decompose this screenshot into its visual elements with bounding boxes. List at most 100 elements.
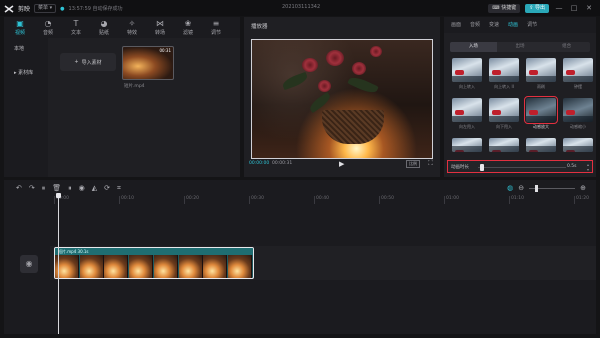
tab-sticker[interactable]: ◕ 贴纸 — [91, 17, 117, 38]
media-clip-thumbnail[interactable]: 00:31 — [122, 46, 174, 80]
tab-adjust[interactable]: ≡ 调节 — [203, 17, 229, 38]
preset-car-graphic — [529, 110, 538, 115]
preset-shade — [563, 116, 593, 122]
media-tabs: ▣ 视频 ◔ 音频 T 文本 ◕ 贴纸 ✧ 特效 ⋈ 转场 ❀ 滤镜 ≡ 调节 — [4, 17, 240, 38]
clip-frame-thumbnail — [79, 255, 104, 278]
tab-video[interactable]: ▣ 视频 — [7, 17, 33, 38]
side-item-local-label: 本地 — [14, 46, 25, 52]
preset-shade — [489, 116, 519, 122]
title-left: 剪映 菜单 ▾ ● 13:57:59 自动保存成功 — [4, 3, 123, 14]
media-panel: ▣ 视频 ◔ 音频 T 文本 ◕ 贴纸 ✧ 特效 ⋈ 转场 ❀ 滤镜 ≡ 调节 本地 ▸ 素材库 + 导入素材… — [4, 17, 240, 177]
timeline-ruler[interactable]: 00:00 00:10 00:20 00:30 00:40 00:50 01:00 01:10… — [54, 196, 594, 204]
animation-preset[interactable] — [524, 96, 558, 124]
animation-preset[interactable] — [452, 98, 482, 122]
minimize-icon[interactable]: — — [554, 3, 564, 13]
effects-icon: ✧ — [128, 19, 136, 28]
stepper-down-icon[interactable]: ▾ — [587, 167, 589, 172]
animation-preset[interactable] — [563, 138, 593, 152]
zoom-in-icon[interactable]: ⊕ — [580, 182, 586, 194]
animation-preset[interactable] — [563, 58, 593, 82]
preset-shade — [452, 76, 482, 82]
animation-preset[interactable] — [526, 138, 556, 152]
playhead-handle[interactable] — [56, 193, 61, 198]
adjust-icon: ≡ — [212, 19, 220, 28]
tab-label: 滤镜 — [182, 30, 193, 36]
clip-frame-thumbnail — [153, 255, 178, 278]
export-button[interactable]: ⇪ 导出 — [525, 3, 549, 13]
tab-text[interactable]: T 文本 — [63, 17, 89, 38]
side-item-local[interactable]: 本地 — [8, 43, 42, 55]
flower — [302, 58, 318, 72]
shortcut-button[interactable]: ⌨ 快捷键 — [488, 3, 521, 13]
ratio-button[interactable]: 比例 — [406, 160, 420, 168]
menu-dropdown[interactable]: 菜单 ▾ — [34, 4, 57, 13]
current-time: 00:00:00 — [249, 161, 270, 166]
flower — [370, 46, 382, 57]
animation-preset[interactable] — [452, 58, 482, 82]
playhead[interactable] — [58, 194, 59, 334]
animation-grid: 向上转入 向上转入 II 雨刷 钟摆 向左甩入 向下甩入 动感放大 动感缩小 — [444, 17, 596, 157]
animation-preset[interactable] — [526, 58, 556, 82]
animation-preset[interactable] — [489, 58, 519, 82]
duration-slider-handle[interactable] — [480, 164, 485, 171]
flower — [352, 62, 366, 75]
close-icon[interactable]: ✕ — [584, 3, 594, 13]
redo-icon[interactable]: ↷ — [29, 182, 35, 194]
rotate-icon[interactable]: ⟳ — [104, 182, 110, 194]
clip-duration: 00:31 — [159, 48, 171, 53]
tab-transition[interactable]: ⋈ 转场 — [147, 17, 173, 38]
play-icon[interactable]: ▶ — [339, 160, 344, 168]
undo-icon[interactable]: ↶ — [16, 182, 22, 194]
tab-label: 特效 — [126, 30, 137, 36]
preset-shade — [563, 76, 593, 82]
animation-preset[interactable] — [452, 138, 482, 152]
crop-icon[interactable]: ⌗ — [117, 182, 121, 194]
side-item-library[interactable]: ▸ 素材库 — [8, 67, 42, 79]
tab-label: 调节 — [210, 30, 221, 36]
preset-car-graphic — [566, 110, 575, 115]
mirror-icon[interactable]: ◭ — [92, 182, 97, 194]
animation-preset[interactable] — [563, 98, 593, 122]
keyboard-icon: ⌨ — [492, 4, 502, 11]
text-icon: T — [73, 19, 79, 28]
duration-stepper[interactable]: ▴ ▾ — [587, 162, 589, 172]
clip-frame-thumbnail — [178, 255, 203, 278]
tab-label: 视频 — [14, 30, 25, 36]
video-icon: ▣ — [16, 19, 24, 28]
freeze-icon[interactable]: ⏸ — [68, 182, 72, 194]
leaf — [347, 74, 379, 96]
ruler-tick: 01:00 — [444, 196, 459, 204]
track-cover-icon[interactable]: ◉ — [20, 255, 38, 273]
sticker-icon: ◕ — [100, 19, 108, 28]
app-logo-icon — [4, 4, 14, 13]
clip-frame-thumbnail — [104, 255, 129, 278]
ruler-tick: 01:10 — [509, 196, 524, 204]
fullscreen-icon[interactable]: ⛶ — [428, 159, 433, 168]
record-icon[interactable]: ◉ — [79, 182, 85, 194]
zoom-slider-handle[interactable] — [535, 184, 539, 192]
preset-shade — [489, 76, 519, 82]
video-preview[interactable] — [251, 39, 433, 159]
animation-preset[interactable] — [489, 98, 519, 122]
split-icon[interactable]: ⏸ — [42, 182, 46, 194]
animation-preset-label: 向左甩入 — [459, 124, 475, 129]
maximize-icon[interactable]: □ — [569, 3, 579, 13]
duration-slider[interactable] — [478, 164, 566, 171]
import-media-button[interactable]: + 导入素材 — [60, 53, 116, 71]
preset-shade — [563, 146, 593, 152]
ruler-tick: 00:20 — [184, 196, 199, 204]
tab-filter[interactable]: ❀ 滤镜 — [175, 17, 201, 38]
export-label: 导出 — [534, 4, 545, 11]
tab-effects[interactable]: ✧ 特效 — [119, 17, 145, 38]
preset-shade — [526, 116, 556, 122]
animation-preset-label: 雨刷 — [537, 84, 545, 89]
duration-label: 动画时长 — [451, 165, 469, 170]
tab-audio[interactable]: ◔ 音频 — [35, 17, 61, 38]
zoom-out-icon[interactable]: ⊖ — [518, 182, 524, 194]
snap-icon[interactable]: ◍ — [507, 182, 513, 194]
timeline-clip[interactable]: 短片.mp4 30.1s — [54, 247, 254, 279]
animation-preset[interactable] — [489, 138, 519, 152]
animation-preset-label: 向上转入 — [459, 84, 475, 89]
clip-frame-thumbnail — [203, 255, 228, 278]
zoom-slider[interactable] — [529, 184, 576, 192]
